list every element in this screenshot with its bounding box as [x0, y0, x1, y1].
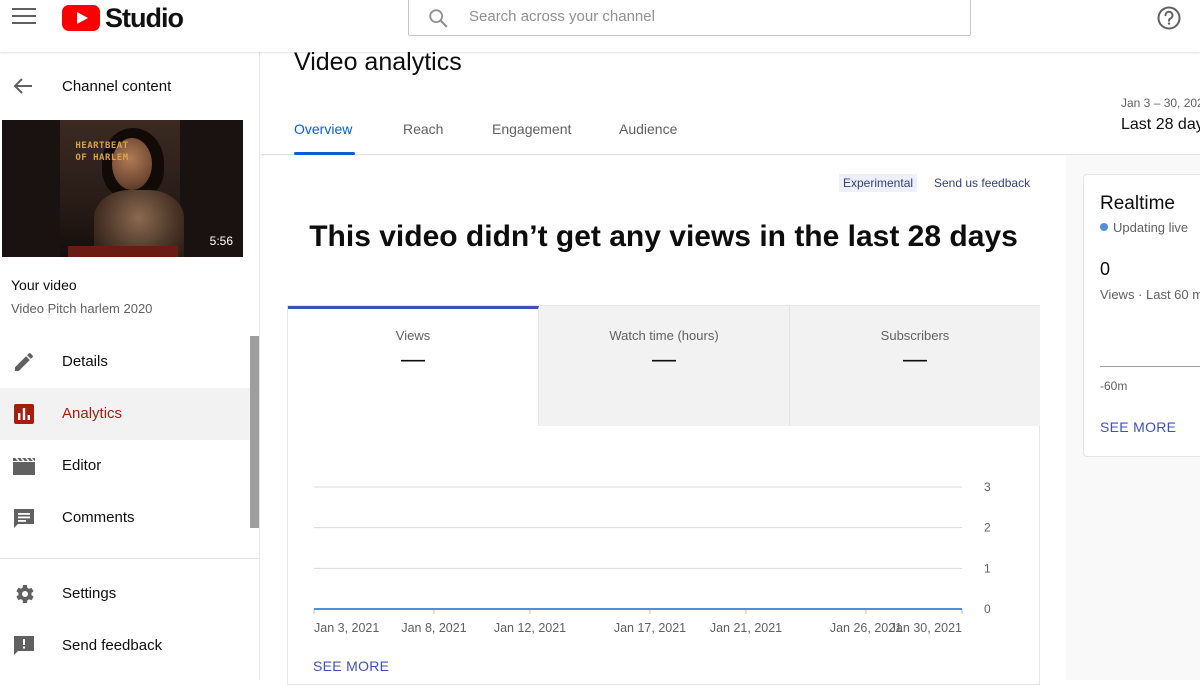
metric-value: —	[401, 346, 425, 373]
tab-overview[interactable]: Overview	[294, 121, 352, 137]
metric-tab-views[interactable]: Views —	[288, 306, 539, 426]
y-tick-label: 0	[984, 602, 991, 616]
realtime-chart-baseline	[1100, 366, 1200, 367]
back-label: Channel content	[62, 78, 172, 95]
realtime-status: Updating live	[1100, 220, 1188, 235]
page-title: Video analytics	[294, 48, 462, 76]
your-video-label: Your video	[11, 277, 77, 293]
see-more-button[interactable]: SEE MORE	[313, 658, 389, 674]
search-box[interactable]	[408, 0, 971, 36]
main-area: Video analytics Overview Reach Engagemen…	[261, 48, 1200, 685]
date-range[interactable]: Jan 3 – 30, 2021	[1121, 96, 1200, 110]
x-tick-label: Jan 21, 2021	[710, 621, 782, 635]
metric-label: Subscribers	[880, 328, 950, 343]
pencil-icon	[15, 352, 33, 371]
no-views-headline: This video didn’t get any views in the l…	[309, 220, 1018, 253]
search-input[interactable]	[469, 8, 949, 25]
date-preset-selector[interactable]: Last 28 days	[1121, 116, 1200, 134]
back-arrow-icon[interactable]	[12, 76, 34, 96]
metric-label: Views	[395, 328, 431, 343]
sidebar-divider	[0, 558, 260, 559]
sidebar-item-details[interactable]: Details	[0, 336, 252, 388]
y-tick-label: 2	[984, 521, 991, 535]
comment-icon	[14, 509, 34, 528]
sidebar: Channel content HEARTBEAT OF HARLEM 5:56…	[0, 52, 260, 680]
realtime-see-more-button[interactable]: SEE MORE	[1100, 419, 1176, 435]
tab-audience[interactable]: Audience	[619, 121, 677, 137]
sidebar-item-label: Comments	[62, 509, 135, 526]
y-tick-label: 1	[984, 561, 991, 575]
realtime-axis-label: -60m	[1100, 379, 1128, 393]
sidebar-item-comments[interactable]: Comments	[0, 492, 252, 544]
clapperboard-icon	[13, 457, 35, 475]
video-title: Video Pitch harlem 2020	[11, 301, 153, 316]
gear-icon	[16, 585, 34, 603]
youtube-play-icon	[62, 5, 100, 31]
metric-value: —	[652, 346, 676, 373]
x-tick-label: Jan 30, 2021	[890, 621, 962, 635]
video-thumbnail[interactable]: HEARTBEAT OF HARLEM 5:56	[2, 120, 243, 257]
sidebar-item-send-feedback[interactable]: Send feedback	[0, 620, 252, 672]
overview-panel: Experimental Send us feedback This video…	[261, 156, 1066, 685]
active-tab-indicator	[294, 152, 355, 155]
experimental-badge: Experimental	[839, 174, 918, 192]
sidebar-item-editor[interactable]: Editor	[0, 440, 252, 492]
y-tick-label: 3	[984, 481, 991, 494]
x-tick-label: Jan 8, 2021	[401, 621, 466, 635]
sidebar-item-label: Analytics	[62, 405, 123, 422]
live-dot-icon	[1100, 223, 1108, 231]
studio-logo[interactable]: Studio	[62, 2, 184, 33]
metric-tab-subscribers[interactable]: Subscribers —	[790, 306, 1040, 426]
realtime-card: Realtime Updating live 0 Views · Last 60…	[1083, 174, 1200, 457]
realtime-caption: Views · Last 60 minutes	[1100, 287, 1200, 302]
metric-label: Watch time (hours)	[609, 328, 719, 343]
tab-reach[interactable]: Reach	[403, 121, 443, 137]
search-icon[interactable]	[427, 7, 449, 29]
metric-tab-watch-time[interactable]: Watch time (hours) —	[539, 306, 790, 426]
sidebar-item-label: Settings	[62, 585, 117, 602]
logo-text: Studio	[105, 2, 184, 33]
analytics-icon	[14, 404, 34, 424]
sidebar-item-settings[interactable]: Settings	[0, 568, 252, 620]
top-bar: Studio	[0, 0, 1200, 52]
menu-icon[interactable]	[12, 8, 36, 26]
sidebar-item-label: Details	[62, 353, 108, 370]
x-tick-label: Jan 12, 2021	[494, 621, 566, 635]
realtime-count: 0	[1100, 259, 1111, 279]
video-duration: 5:56	[209, 234, 233, 248]
thumbnail-title-text: HEARTBEAT OF HARLEM	[75, 141, 129, 163]
x-tick-label: Jan 17, 2021	[614, 621, 686, 635]
help-icon[interactable]	[1156, 5, 1182, 31]
views-line-chart: 0 1 2 3 Jan 3, 2021 Jan 8, 2021 Jan 12, 2021 Ja…	[313, 481, 991, 635]
sidebar-item-label: Editor	[62, 457, 102, 474]
sidebar-item-analytics[interactable]: Analytics	[0, 388, 252, 440]
metrics-card: Views — Watch time (hours) — Subscribers…	[287, 305, 1040, 685]
tab-engagement[interactable]: Engagement	[492, 121, 571, 137]
x-tick-label: Jan 3, 2021	[314, 621, 379, 635]
realtime-title: Realtime	[1100, 193, 1175, 214]
send-us-feedback-link[interactable]: Send us feedback	[934, 176, 1030, 190]
realtime-status-text: Updating live	[1113, 220, 1189, 235]
sidebar-scrollbar[interactable]	[250, 336, 259, 528]
analytics-header: Video analytics Overview Reach Engagemen…	[261, 48, 1200, 155]
thumbnail-accent	[68, 246, 178, 257]
back-to-channel-content[interactable]: Channel content	[0, 68, 260, 104]
feedback-icon	[14, 636, 34, 655]
metric-value: —	[903, 346, 927, 373]
sidebar-item-label: Send feedback	[62, 637, 163, 654]
